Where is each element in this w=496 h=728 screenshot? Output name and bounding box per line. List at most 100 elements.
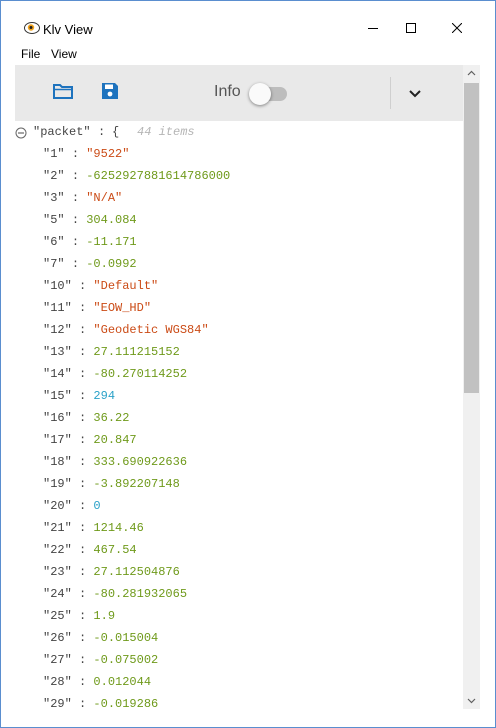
row-key: "26" <box>43 631 72 645</box>
row-key: "5" <box>43 213 65 227</box>
vertical-scrollbar[interactable] <box>463 65 480 709</box>
row-colon: : <box>71 213 80 227</box>
tree-row: "24" : -80.281932065 <box>43 587 187 603</box>
row-key: "22" <box>43 543 72 557</box>
row-colon: : <box>79 653 87 667</box>
row-colon: : <box>79 499 87 513</box>
row-colon: : <box>71 147 80 161</box>
save-button[interactable] <box>100 81 126 105</box>
row-key: "17" <box>43 433 72 447</box>
row-value: -0.019286 <box>93 697 159 709</box>
tree-row: "5" : 304.084 <box>43 213 137 229</box>
row-key: "7" <box>43 257 65 271</box>
row-colon: : <box>79 565 87 579</box>
toggle-thumb <box>249 83 271 105</box>
row-colon: : <box>79 433 87 447</box>
row-key: "29" <box>43 697 72 709</box>
row-key: "6" <box>43 235 65 249</box>
row-key: "11" <box>43 301 72 315</box>
scroll-thumb[interactable] <box>464 83 479 393</box>
row-colon: : <box>79 521 87 535</box>
tree-row: "14" : -80.270114252 <box>43 367 187 383</box>
close-icon <box>452 23 462 33</box>
row-value: 1.9 <box>93 609 116 623</box>
row-key: "10" <box>43 279 72 293</box>
row-value: 36.22 <box>93 411 130 425</box>
row-key: "20" <box>43 499 72 513</box>
tree-row: "11" : "EOW_HD" <box>43 301 151 317</box>
row-colon: : <box>79 543 87 557</box>
tree-row: "28" : 0.012044 <box>43 675 151 691</box>
menu-bar: File View <box>1 44 495 65</box>
eye-logo-icon <box>24 22 40 34</box>
expand-button[interactable] <box>403 81 427 105</box>
row-colon: : <box>79 477 87 491</box>
scroll-down-icon[interactable] <box>467 698 476 704</box>
row-key: "27" <box>43 653 72 667</box>
collapse-icon[interactable] <box>15 127 27 139</box>
tree-row: "3" : "N/A" <box>43 191 122 207</box>
menu-view[interactable]: View <box>51 47 77 61</box>
scroll-up-icon[interactable] <box>467 70 476 76</box>
row-key: "3" <box>43 191 65 205</box>
row-colon: : <box>79 389 87 403</box>
row-value: "Geodetic WGS84" <box>93 323 209 337</box>
maximize-icon <box>406 23 416 33</box>
tree-row: "16" : 36.22 <box>43 411 129 427</box>
row-key: "2" <box>43 169 65 183</box>
row-value: 27.112504876 <box>93 565 180 579</box>
content-area: Info "packet" : { 44 items "1": "9522" … <box>15 65 463 709</box>
maximize-button[interactable] <box>388 14 434 42</box>
open-file-button[interactable] <box>52 81 78 105</box>
row-key: "16" <box>43 411 72 425</box>
row-value: "N/A" <box>86 191 123 205</box>
row-colon: : <box>79 323 87 337</box>
row-colon: : <box>79 587 87 601</box>
row-key: "28" <box>43 675 72 689</box>
row-value: "Default" <box>93 279 159 293</box>
app-window: Klv View File View Info "packet": {44 … <box>0 0 496 728</box>
tree-row: "13" : 27.111215152 <box>43 345 180 361</box>
row-value: 0 <box>93 499 101 513</box>
row-value: -6252927881614786000 <box>86 169 231 183</box>
row-colon: : <box>79 301 87 315</box>
tree-row: "23" : 27.112504876 <box>43 565 180 581</box>
tree-row: "25" : 1.9 <box>43 609 115 625</box>
row-value: 467.54 <box>93 543 137 557</box>
tree-row: "27" : -0.075002 <box>43 653 158 669</box>
tree-row: "18" : 333.690922636 <box>43 455 187 471</box>
title-bar: Klv View <box>1 1 495 42</box>
row-value: -80.270114252 <box>93 367 188 381</box>
row-value: "EOW_HD" <box>93 301 152 315</box>
row-colon: : <box>71 191 80 205</box>
row-key: "25" <box>43 609 72 623</box>
row-key: "21" <box>43 521 72 535</box>
row-colon: : <box>71 169 80 183</box>
row-colon: : <box>79 455 87 469</box>
menu-file[interactable]: File <box>21 47 40 61</box>
row-value: 294 <box>93 389 116 403</box>
row-colon: : <box>79 631 87 645</box>
row-colon: : <box>79 345 87 359</box>
root-key: "packet" <box>33 125 91 139</box>
row-value: -80.281932065 <box>93 587 188 601</box>
row-key: "13" <box>43 345 72 359</box>
tree-row: "19" : -3.892207148 <box>43 477 180 493</box>
item-count: 44 items <box>137 125 195 139</box>
row-colon: : <box>71 257 80 271</box>
row-colon: : <box>79 675 87 689</box>
info-toggle[interactable] <box>249 83 287 105</box>
tree-row: "10" : "Default" <box>43 279 158 295</box>
tree-row: "7" : -0.0992 <box>43 257 137 273</box>
row-colon: : <box>79 279 87 293</box>
tree-row: "20" : 0 <box>43 499 101 515</box>
close-button[interactable] <box>434 14 480 42</box>
row-colon: : <box>79 411 87 425</box>
tree-row: "22" : 467.54 <box>43 543 137 559</box>
window-title: Klv View <box>43 22 93 37</box>
row-colon: : <box>79 367 87 381</box>
row-key: "1" <box>43 147 65 161</box>
row-value: 27.111215152 <box>93 345 180 359</box>
row-colon: : <box>71 235 80 249</box>
tree-row: "12" : "Geodetic WGS84" <box>43 323 209 339</box>
